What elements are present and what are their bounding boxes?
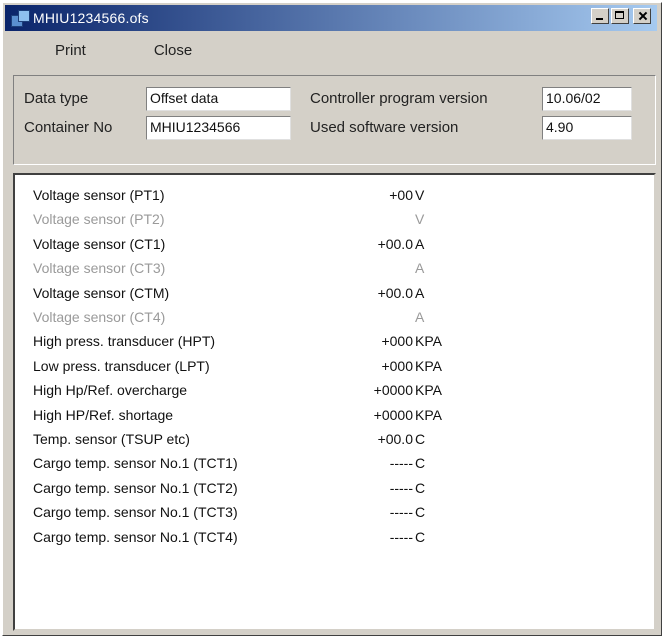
sensor-unit: C — [415, 455, 426, 472]
sensor-name: Voltage sensor (CT1) — [33, 235, 166, 252]
sensor-row: Cargo temp. sensor No.1 (TCT4) ----- C — [33, 529, 633, 551]
sensor-value: +0000 — [373, 382, 413, 399]
sensor-row: Voltage sensor (CTM) +00.0 A — [33, 285, 633, 307]
controller-version-field[interactable]: 10.06/02 — [542, 87, 632, 111]
sensor-name: Cargo temp. sensor No.1 (TCT1) — [33, 455, 238, 472]
menu-print[interactable]: Print — [45, 42, 96, 59]
sensor-name: High press. transducer (HPT) — [33, 333, 216, 350]
sensor-row: High press. transducer (HPT) +000 KPA — [33, 333, 633, 355]
sensor-row: Low press. transducer (LPT) +000 KPA — [33, 358, 633, 380]
sensor-unit: V — [415, 187, 425, 203]
sensor-row: Cargo temp. sensor No.1 (TCT3) ----- C — [33, 504, 633, 526]
sensor-value: +00.0 — [377, 235, 413, 252]
software-version-label: Used software version — [310, 119, 459, 136]
sensor-name: Cargo temp. sensor No.1 (TCT4) — [33, 528, 238, 545]
sensor-unit: KPA — [415, 333, 442, 350]
sensor-name: Cargo temp. sensor No.1 (TCT3) — [33, 504, 238, 521]
sensor-row: Voltage sensor (CT4) A — [33, 309, 633, 331]
sensor-unit: KPA — [415, 357, 442, 374]
sensor-value: +00 — [389, 187, 413, 203]
sensor-value: +0000 — [373, 406, 413, 423]
sensor-name: Voltage sensor (CTM) — [33, 284, 170, 301]
sensor-value: ----- — [389, 479, 413, 496]
sensor-row: Voltage sensor (CT3) A — [33, 260, 633, 282]
sensor-name: Cargo temp. sensor No.1 (TCT2) — [33, 479, 238, 496]
sensor-value: +00.0 — [377, 284, 413, 301]
sensor-name: High HP/Ref. shortage — [33, 406, 174, 423]
data-type-label: Data type — [24, 90, 89, 107]
data-type-field[interactable]: Offset data — [146, 87, 291, 111]
sensor-unit: C — [415, 479, 426, 496]
menu-close[interactable]: Close — [144, 42, 202, 59]
sensor-value: ----- — [389, 528, 413, 545]
sensor-unit: C — [415, 504, 426, 521]
sensor-row: Temp. sensor (TSUP etc) +00.0 C — [33, 431, 633, 453]
sensor-unit: C — [415, 431, 426, 447]
container-no-field[interactable]: MHIU1234566 — [146, 116, 291, 140]
sensor-name: Voltage sensor (PT2) — [33, 211, 165, 228]
sensor-unit: A — [415, 235, 425, 252]
sensor-value: ----- — [389, 455, 413, 472]
sensor-name: Voltage sensor (CT3) — [33, 260, 166, 277]
sensor-unit: V — [415, 211, 425, 228]
info-panel: Data type Offset data Container No MHIU1… — [13, 75, 656, 165]
sensor-value: +00.0 — [377, 431, 413, 447]
sensor-row: Cargo temp. sensor No.1 (TCT1) ----- C — [33, 455, 633, 477]
window-title: MHIU1234566.ofs — [33, 10, 149, 26]
sensor-row: Voltage sensor (PT2) V — [33, 211, 633, 233]
sensor-row: High HP/Ref. shortage +0000 KPA — [33, 407, 633, 429]
sensor-name: Voltage sensor (PT1) — [33, 187, 165, 203]
sensor-unit: KPA — [415, 406, 442, 423]
title-bar[interactable]: MHIU1234566.ofs — [5, 5, 657, 31]
sensor-value: ----- — [389, 504, 413, 521]
minimize-button[interactable] — [591, 8, 609, 24]
sensor-row: High Hp/Ref. overcharge +0000 KPA — [33, 382, 633, 404]
sensor-row: Voltage sensor (CT1) +00.0 A — [33, 236, 633, 258]
sensor-data-list[interactable]: Voltage sensor (PT1) +00 V Voltage sensor (… — [13, 173, 656, 631]
sensor-unit: A — [415, 260, 425, 277]
sensor-value: +000 — [381, 333, 413, 350]
container-no-label: Container No — [24, 119, 113, 136]
sensor-name: Temp. sensor (TSUP etc) — [33, 431, 190, 447]
sensor-row: Voltage sensor (PT1) +00 V — [33, 187, 633, 209]
sensor-unit: A — [415, 284, 425, 301]
maximize-button[interactable] — [611, 8, 629, 24]
sensor-unit: A — [415, 309, 425, 325]
sensor-name: Low press. transducer (LPT) — [33, 357, 210, 374]
app-icon[interactable] — [11, 9, 30, 27]
controller-version-label: Controller program version — [310, 90, 488, 107]
sensor-row: Cargo temp. sensor No.1 (TCT2) ----- C — [33, 480, 633, 502]
close-window-button[interactable] — [633, 8, 651, 24]
sensor-name: High Hp/Ref. overcharge — [33, 382, 188, 399]
software-version-field[interactable]: 4.90 — [542, 116, 632, 140]
sensor-name: Voltage sensor (CT4) — [33, 309, 166, 325]
sensor-value: +000 — [381, 357, 413, 374]
sensor-unit: KPA — [415, 382, 442, 399]
window-controls — [591, 8, 651, 24]
sensor-unit: C — [415, 528, 426, 545]
app-window: MHIU1234566.ofs Print Close Data type Of… — [2, 2, 662, 636]
menu-bar: Print Close — [5, 33, 657, 67]
